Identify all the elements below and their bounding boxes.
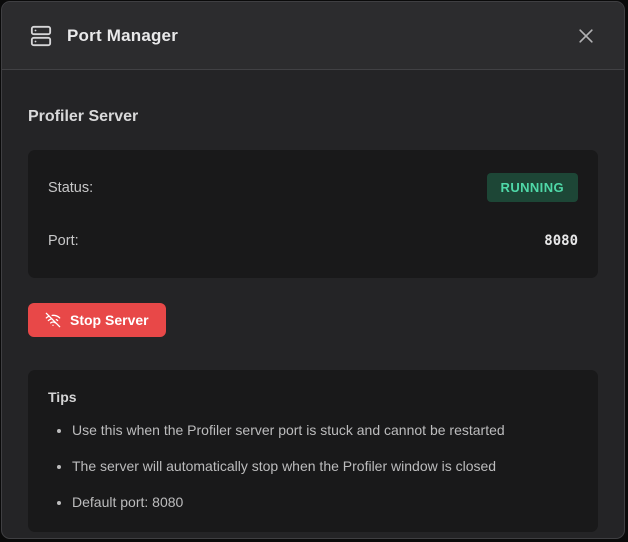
tip-item: Default port: 8080 <box>72 492 578 512</box>
stop-server-button[interactable]: Stop Server <box>28 303 166 337</box>
tips-list: Use this when the Profiler server port i… <box>48 420 578 512</box>
port-manager-dialog: Port Manager Profiler Server Status: RUN… <box>1 1 625 539</box>
wifi-off-icon <box>45 312 61 328</box>
port-label: Port: <box>48 233 79 249</box>
close-button[interactable] <box>572 22 600 50</box>
tip-item: Use this when the Profiler server port i… <box>72 420 578 440</box>
section-heading: Profiler Server <box>28 108 598 126</box>
tips-heading: Tips <box>48 389 578 405</box>
port-row: Port: 8080 <box>48 227 578 255</box>
dialog-title: Port Manager <box>67 26 178 46</box>
tip-item: The server will automatically stop when … <box>72 456 578 476</box>
status-row: Status: RUNNING <box>48 173 578 202</box>
server-icon <box>30 25 52 47</box>
status-panel: Status: RUNNING Port: 8080 <box>28 150 598 278</box>
dialog-header: Port Manager <box>2 2 624 70</box>
port-value: 8080 <box>544 233 578 249</box>
tips-panel: Tips Use this when the Profiler server p… <box>28 370 598 532</box>
status-label: Status: <box>48 180 93 196</box>
stop-server-label: Stop Server <box>70 312 149 328</box>
status-badge: RUNNING <box>487 173 578 202</box>
close-icon <box>576 26 596 46</box>
dialog-body: Profiler Server Status: RUNNING Port: 80… <box>2 70 624 532</box>
